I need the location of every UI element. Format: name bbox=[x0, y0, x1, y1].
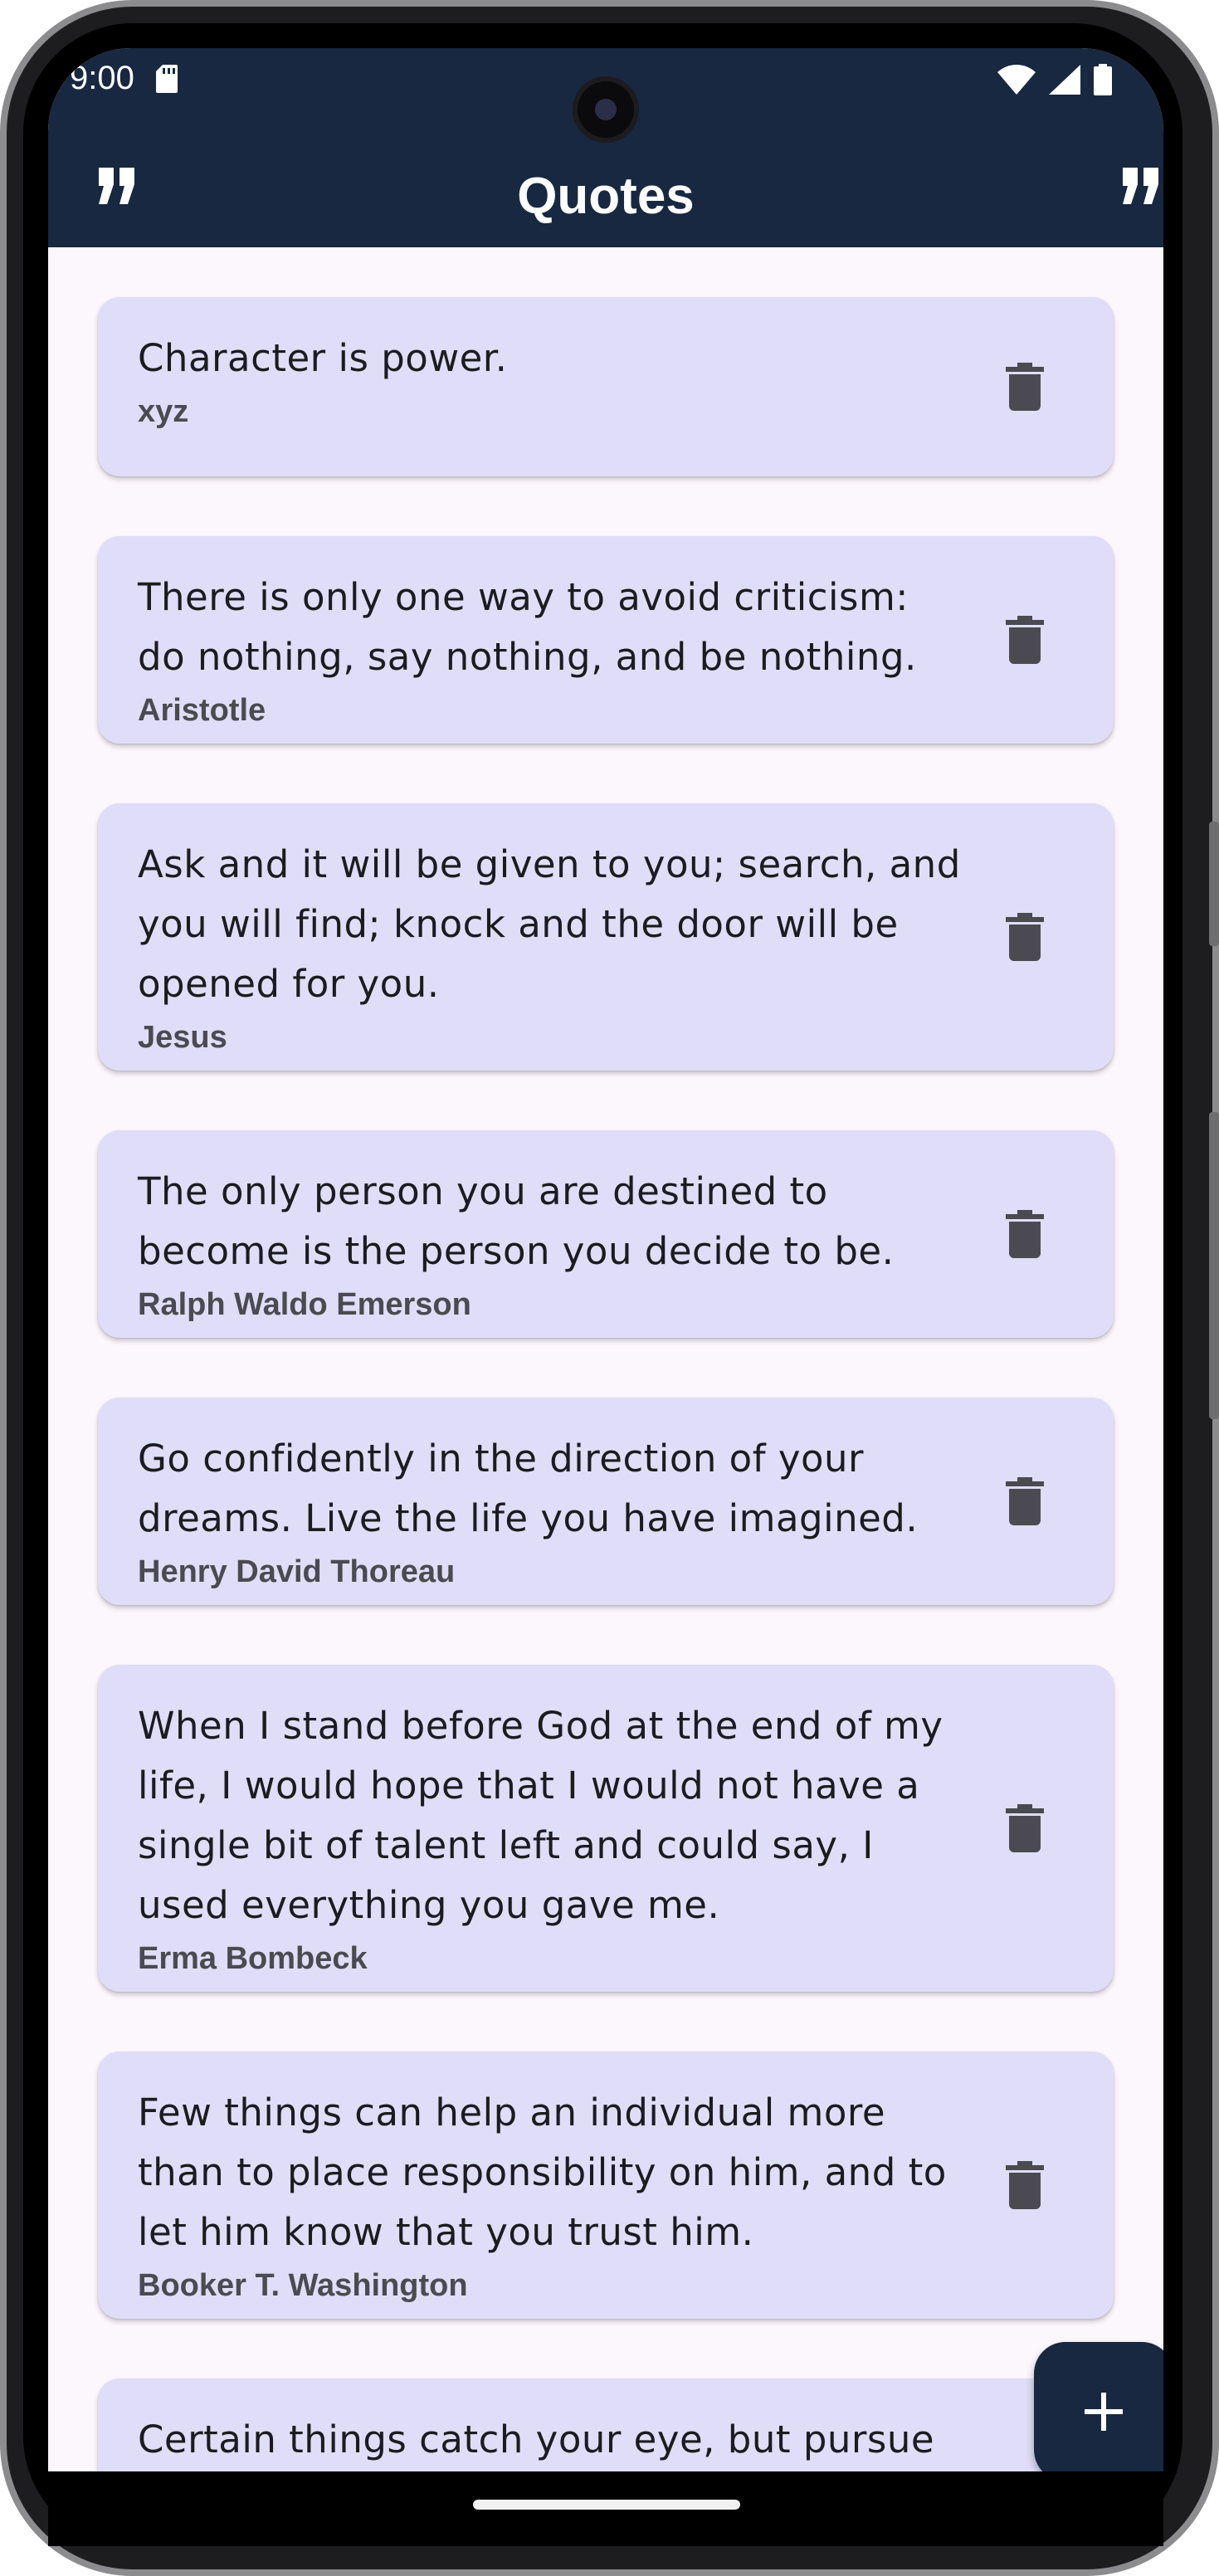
quote-card[interactable]: The only person you are destined to beco… bbox=[98, 1130, 1114, 1338]
quote-text: Certain things catch your eye, but pursu… bbox=[138, 2417, 935, 2461]
quote-text: There is only one way to avoid criticism… bbox=[138, 575, 917, 679]
quote-list[interactable]: Character is power. xyz There is only on… bbox=[48, 247, 1163, 2471]
quote-text: Character is power. bbox=[138, 336, 508, 380]
quote-author: Booker T. Washington bbox=[138, 2268, 468, 2303]
quote-author: Henry David Thoreau bbox=[138, 1554, 456, 1589]
quote-author: Ralph Waldo Emerson bbox=[138, 1287, 471, 1322]
delete-icon[interactable] bbox=[1006, 1477, 1044, 1525]
delete-icon[interactable] bbox=[1006, 616, 1044, 664]
quote-card[interactable]: There is only one way to avoid criticism… bbox=[98, 536, 1114, 744]
quote-text: When I stand before God at the end of my… bbox=[138, 1704, 944, 1927]
format-quote-icon bbox=[1123, 168, 1158, 204]
delete-icon[interactable] bbox=[1006, 1804, 1044, 1852]
add-quote-button[interactable] bbox=[1034, 2342, 1163, 2471]
battery-icon bbox=[1094, 64, 1112, 95]
quote-card[interactable]: Go confidently in the direction of your … bbox=[98, 1398, 1114, 1605]
signal-icon bbox=[1049, 65, 1080, 95]
status-time: 9:00 bbox=[70, 60, 134, 96]
quote-card[interactable]: Character is power. xyz bbox=[98, 297, 1114, 476]
navigation-bar bbox=[48, 2471, 1163, 2546]
quote-card[interactable]: Few things can help an individual more t… bbox=[98, 2052, 1114, 2319]
app-screen: 9:00 Quotes Character is power. xyz Ther… bbox=[48, 48, 1163, 2471]
quote-author: Erma Bombeck bbox=[138, 1941, 368, 1976]
delete-icon[interactable] bbox=[1006, 1210, 1044, 1258]
app-bar: 9:00 Quotes bbox=[48, 48, 1163, 247]
sd-card-icon bbox=[156, 65, 178, 93]
app-title: Quotes bbox=[517, 168, 695, 225]
power-button bbox=[1209, 822, 1219, 946]
quote-text: Ask and it will be given to you; search,… bbox=[138, 842, 961, 1006]
wifi-icon bbox=[997, 65, 1036, 95]
quote-text: Few things can help an individual more t… bbox=[138, 2091, 947, 2254]
quote-card[interactable]: When I stand before God at the end of my… bbox=[98, 1665, 1114, 1992]
quote-author: Jesus bbox=[138, 1020, 227, 1055]
quote-text: Go confidently in the direction of your … bbox=[138, 1437, 919, 1540]
quote-card[interactable]: Certain things catch your eye, but pursu… bbox=[98, 2378, 1114, 2471]
home-indicator[interactable] bbox=[473, 2500, 740, 2510]
status-icons bbox=[997, 63, 1112, 96]
delete-icon[interactable] bbox=[1006, 2161, 1044, 2209]
quote-text: The only person you are destined to beco… bbox=[138, 1169, 895, 1273]
quote-card[interactable]: Ask and it will be given to you; search,… bbox=[98, 803, 1114, 1071]
quote-author: xyz bbox=[138, 394, 189, 429]
delete-icon[interactable] bbox=[1006, 913, 1044, 961]
plus-icon bbox=[1085, 2393, 1123, 2431]
volume-button bbox=[1209, 1112, 1219, 1419]
delete-icon[interactable] bbox=[1006, 363, 1044, 411]
front-camera bbox=[573, 76, 639, 143]
quote-author: Aristotle bbox=[138, 693, 266, 728]
